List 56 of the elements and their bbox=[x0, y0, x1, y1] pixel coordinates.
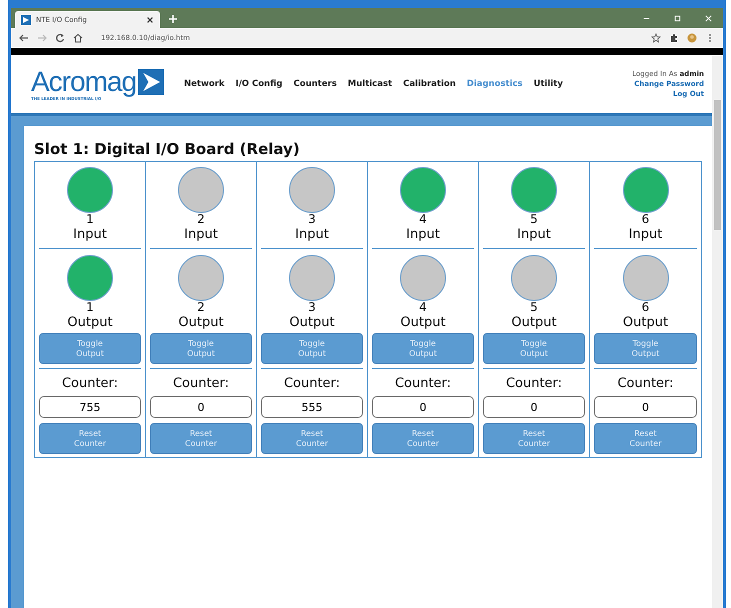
channel-number: 5 bbox=[530, 213, 538, 226]
input-label: Input bbox=[73, 226, 107, 244]
output-label: Output bbox=[289, 314, 335, 332]
panel-title: Slot 1: Digital I/O Board (Relay) bbox=[34, 140, 301, 158]
channel-number: 5 bbox=[530, 301, 538, 314]
channel-number: 2 bbox=[197, 301, 205, 314]
channel-number: 6 bbox=[642, 213, 650, 226]
scrollbar-thumb[interactable] bbox=[714, 100, 721, 230]
channel-number: 4 bbox=[419, 301, 427, 314]
home-icon[interactable] bbox=[73, 33, 83, 43]
counter-label: Counter: bbox=[62, 375, 118, 393]
output-label: Output bbox=[67, 314, 113, 332]
counter-field[interactable]: 0 bbox=[372, 396, 474, 418]
channel-number: 6 bbox=[642, 301, 650, 314]
nav-link[interactable]: Counters bbox=[294, 79, 337, 89]
nav-link[interactable]: Network bbox=[184, 79, 225, 89]
counter-label: Counter: bbox=[172, 375, 230, 393]
input-label: Input bbox=[628, 226, 662, 244]
plus-icon[interactable] bbox=[168, 14, 178, 24]
input-label: Input bbox=[295, 226, 329, 244]
counter-field[interactable]: 755 bbox=[39, 396, 141, 418]
channel-number: 3 bbox=[308, 213, 316, 226]
input-label: Input bbox=[517, 226, 551, 244]
counter-field[interactable]: 0 bbox=[483, 396, 585, 418]
output-label: Output bbox=[400, 314, 446, 332]
input-label: Input bbox=[184, 226, 218, 244]
nav-link[interactable]: Calibration bbox=[403, 79, 456, 89]
logo-icon bbox=[138, 68, 164, 94]
reload-icon[interactable] bbox=[55, 33, 65, 43]
counter-field[interactable]: 555 bbox=[261, 396, 363, 418]
channel-number: 1 bbox=[86, 301, 94, 314]
counter-label: Counter: bbox=[617, 375, 674, 393]
nav-link[interactable]: I/O Config bbox=[236, 79, 282, 89]
logo-icon bbox=[21, 14, 31, 24]
counter-field[interactable]: 0 bbox=[594, 396, 697, 418]
channel-number: 2 bbox=[197, 213, 205, 226]
close-icon[interactable] bbox=[146, 16, 154, 24]
puzzle-icon[interactable] bbox=[669, 33, 679, 43]
nav-link[interactable]: Diagnostics bbox=[466, 79, 523, 89]
back-icon[interactable] bbox=[19, 33, 29, 43]
channel-number: 1 bbox=[86, 213, 94, 226]
counter-label: Counter: bbox=[506, 375, 562, 393]
restore-icon[interactable] bbox=[673, 14, 682, 23]
channel-number: 3 bbox=[308, 301, 316, 314]
output-label: Output bbox=[511, 314, 557, 332]
counter-label: Counter: bbox=[284, 375, 340, 393]
channel-number: 4 bbox=[419, 213, 427, 226]
input-label: Input bbox=[406, 226, 440, 244]
logo-text: Acromag bbox=[31, 68, 136, 96]
output-label: Output bbox=[178, 314, 224, 332]
counter-label: Counter: bbox=[394, 375, 452, 393]
star-icon[interactable] bbox=[651, 33, 661, 43]
nav-link[interactable]: Utility bbox=[534, 79, 563, 89]
output-label: Output bbox=[622, 314, 668, 332]
counter-field[interactable]: 0 bbox=[150, 396, 252, 418]
nav-link[interactable]: Multicast bbox=[348, 79, 392, 89]
